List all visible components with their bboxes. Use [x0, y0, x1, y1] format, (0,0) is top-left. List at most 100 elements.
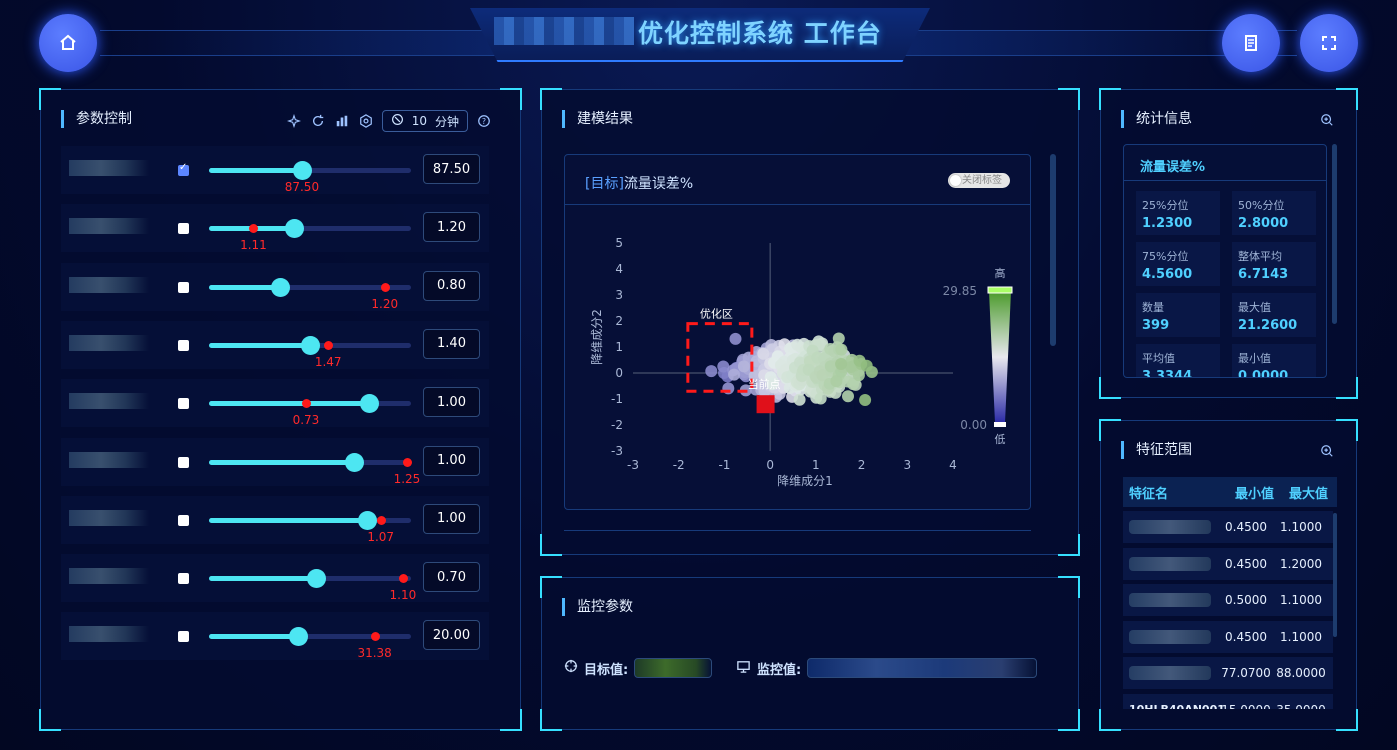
optimize-region-label: 优化区	[700, 307, 733, 321]
param-value-input[interactable]: 1.00	[423, 503, 480, 534]
feature-min: 0.5000	[1225, 593, 1267, 607]
param-checkbox[interactable]	[178, 573, 189, 585]
optimal-value-label: 1.07	[367, 529, 395, 544]
target-value-label: 目标值:	[584, 662, 629, 678]
optimal-marker	[402, 457, 412, 467]
y-tick-label: 2	[615, 314, 623, 328]
stats-panel: 统计信息 流量误差% 25%分位 1.2300 50%分位 2.8000 75%分位 4.…	[1099, 88, 1358, 399]
scatter-point	[729, 332, 742, 345]
param-slider[interactable]: 1.07	[209, 510, 411, 544]
param-value-input[interactable]: 0.70	[423, 562, 480, 593]
label-toggle[interactable]: 关闭标签	[948, 173, 1010, 188]
optimal-marker	[380, 282, 390, 292]
x-tick-label: -2	[673, 458, 685, 472]
monitor-icon	[736, 659, 751, 678]
feature-max: 1.1000	[1280, 520, 1322, 534]
slider-thumb[interactable]	[270, 277, 290, 297]
param-checkbox[interactable]	[178, 162, 189, 176]
param-checkbox[interactable]	[178, 223, 189, 235]
param-value-input[interactable]: 1.20	[423, 212, 480, 243]
slider-thumb[interactable]	[359, 394, 379, 414]
param-row: 87.50 87.50	[61, 146, 489, 194]
home-icon	[60, 34, 76, 50]
feature-min: 77.0700	[1221, 666, 1271, 680]
color-scale-handle-top	[987, 286, 1013, 294]
param-name-redacted	[69, 160, 149, 176]
zoom-in-icon[interactable]	[1320, 112, 1334, 131]
param-value-input[interactable]: 1.40	[423, 328, 480, 359]
feature-max: 1.1000	[1280, 629, 1322, 644]
param-checkbox[interactable]	[178, 456, 189, 468]
svg-text:?: ?	[482, 117, 486, 126]
current-point-marker	[756, 395, 775, 414]
param-value-input[interactable]: 1.00	[423, 387, 480, 418]
bar-chart-icon[interactable]	[334, 113, 350, 129]
param-checkbox[interactable]	[178, 281, 189, 293]
param-toolbar: 10 分钟 ?	[286, 110, 492, 132]
modeling-result-panel: 建模结果 [目标]流量误差% 关闭标签 优化区 当前点 -3 -2 -1 0 1 2 3 4 5 4 3…	[540, 88, 1080, 556]
optimal-marker	[370, 632, 380, 642]
param-row: 0.73 1.00	[61, 379, 489, 428]
param-slider[interactable]: 1.10	[209, 569, 416, 602]
feature-name: 10HLB40AN001	[1129, 702, 1225, 710]
param-slider[interactable]: 1.20	[209, 277, 411, 311]
stat-cell: 数量 399	[1136, 293, 1220, 337]
stats-card: 流量误差% 25%分位 1.2300 50%分位 2.8000 75%分位 4.5600 整…	[1123, 144, 1327, 378]
scatter-chart[interactable]: 优化区当前点 -3 -2 -1 0 1 2 3 4 5 4 3 2 1 0 -1 -2 -3 降维成分1 降维成分2 高…	[565, 205, 1030, 509]
stat-label: 75%分位	[1142, 250, 1189, 263]
optimal-marker	[398, 574, 408, 584]
param-row: 1.07 1.00	[61, 495, 489, 544]
refresh-icon[interactable]	[310, 113, 326, 129]
report-button[interactable]	[1222, 14, 1280, 72]
scatter-point	[705, 365, 718, 378]
slider-thumb[interactable]	[284, 219, 304, 239]
param-slider[interactable]: 1.25	[209, 452, 420, 486]
feature-name-redacted	[1129, 556, 1211, 571]
param-slider[interactable]: 31.38	[209, 627, 411, 660]
feature-scrollbar[interactable]	[1333, 513, 1337, 637]
slider-thumb[interactable]	[357, 510, 377, 530]
model-scrollbar[interactable]	[1050, 154, 1056, 346]
param-checkbox[interactable]	[178, 514, 189, 526]
settings-icon[interactable]	[358, 113, 374, 129]
param-slider[interactable]: 0.73	[209, 394, 411, 427]
x-tick-label: 4	[949, 458, 957, 472]
scatter-point	[757, 347, 770, 360]
feature-max: 88.0000	[1276, 666, 1326, 680]
param-name-redacted	[69, 509, 149, 526]
param-value-input[interactable]: 1.00	[423, 445, 480, 476]
slider-thumb[interactable]	[307, 569, 327, 589]
param-name-redacted	[69, 276, 149, 293]
stat-label: 25%分位	[1142, 199, 1189, 212]
stat-label: 整体平均	[1238, 250, 1282, 263]
param-slider[interactable]: 87.50	[209, 161, 411, 194]
home-button[interactable]	[39, 14, 97, 72]
fullscreen-button[interactable]	[1300, 14, 1358, 72]
y-tick-label: -3	[611, 444, 623, 458]
param-checkbox[interactable]	[178, 631, 189, 643]
param-checkbox[interactable]	[178, 398, 189, 410]
param-value-input[interactable]: 0.80	[423, 270, 480, 301]
slider-thumb[interactable]	[345, 452, 365, 472]
param-row: 1.10 0.70	[61, 554, 489, 603]
param-slider[interactable]: 1.47	[209, 335, 411, 369]
y-tick-label: 5	[615, 236, 623, 250]
header: 优化控制系统 工作台	[0, 0, 1397, 72]
slider-fill	[209, 459, 355, 465]
x-tick-label: -3	[627, 458, 639, 472]
param-value-input[interactable]: 20.00	[423, 620, 480, 651]
interval-value[interactable]: 10	[412, 114, 427, 128]
slider-thumb[interactable]	[288, 627, 308, 647]
slider-thumb[interactable]	[292, 161, 312, 180]
stat-value: 2.8000	[1238, 216, 1289, 231]
slider-thumb[interactable]	[301, 335, 320, 355]
param-value-input[interactable]: 87.50	[423, 154, 480, 184]
interval-control[interactable]: 10 分钟	[381, 110, 468, 132]
help-icon[interactable]: ?	[476, 113, 492, 129]
stats-scrollbar[interactable]	[1332, 144, 1337, 324]
timer-icon	[391, 113, 404, 129]
magic-icon[interactable]	[286, 113, 302, 129]
param-checkbox[interactable]	[178, 339, 189, 351]
param-slider[interactable]: 1.11	[209, 219, 411, 252]
feature-min: 0.4500	[1225, 629, 1267, 644]
